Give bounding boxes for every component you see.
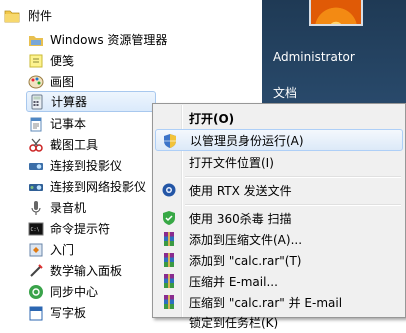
program-item-sound-recorder[interactable]: 录音机 [28,197,86,218]
menu-item-label: 添加到 "calc.rar"(T) [189,253,302,268]
program-item-calculator[interactable]: 计算器 [26,91,156,112]
menu-item-label: 使用 RTX 发送文件 [189,183,292,198]
menu-item-label: 使用 360杀毒 扫描 [189,211,292,226]
getting-started-icon [29,243,43,256]
notepad-icon [30,117,42,131]
network-projector-icon [29,183,43,191]
program-label: 写字板 [50,306,87,320]
menu-item-pin-to-taskbar[interactable]: 锁定到任务栏(K) [155,311,403,333]
projector-icon [29,162,43,170]
menu-item-label: 压缩并 E-mail... [189,274,278,289]
program-label: 连接到投影仪 [50,159,123,173]
winrar-icon [164,274,174,288]
menu-item-label: 添加到压缩文件(A)... [189,232,303,247]
rtx-icon [162,183,176,197]
program-label: 命令提示符 [50,222,111,236]
program-item-snipping-tool[interactable]: 截图工具 [28,134,98,155]
menu-separator [185,176,401,178]
math-input-icon [30,263,43,277]
program-item-wordpad[interactable]: 写字板 [28,302,86,323]
documents-link[interactable]: 文档 [273,84,297,101]
menu-item-label: 锁定到任务栏(K) [189,315,279,330]
program-label: 便笺 [50,54,75,68]
menu-item-label: 压缩到 "calc.rar" 并 E-mail [189,295,343,310]
winrar-icon [164,232,174,246]
program-item-sticky-notes[interactable]: 便笺 [28,50,74,71]
sync-center-icon [29,284,43,299]
program-label: 截图工具 [50,138,99,152]
program-label: 连接到网络投影仪 [50,180,147,194]
program-item-windows-explorer[interactable]: Windows 资源管理器 [28,29,167,50]
sticky-notes-icon [29,54,43,67]
program-label: 录音机 [50,201,87,215]
program-item-math-input-panel[interactable]: 数学输入面板 [28,260,122,281]
program-label: Windows 资源管理器 [50,33,168,47]
menu-item-360-scan[interactable]: 使用 360杀毒 扫描 [155,207,403,229]
paint-icon [28,75,44,88]
menu-item-label: 打开(O) [189,111,235,126]
svg-text:C:\: C:\ [31,227,40,233]
program-label: 入门 [50,243,75,257]
menu-item-add-to-calc-rar[interactable]: 添加到 "calc.rar"(T) [155,249,403,271]
command-prompt-icon: C:\ [28,222,44,235]
sound-recorder-icon [31,200,41,215]
program-item-sync-center[interactable]: 同步中心 [28,281,98,302]
user-avatar[interactable] [309,0,363,26]
winrar-icon [164,295,174,309]
menu-item-open-file-location[interactable]: 打开文件位置(I) [155,151,403,173]
user-name-link[interactable]: Administrator [273,50,355,64]
menu-item-label: 以管理员身份运行(A) [190,133,304,148]
program-label: 计算器 [51,95,88,109]
menu-item-add-to-archive[interactable]: 添加到压缩文件(A)... [155,228,403,250]
context-menu: 打开(O) 以管理员身份运行(A) 打开文件位置(I) 使用 RTX 发送文件 … [152,103,406,330]
snipping-tool-icon [29,138,43,152]
program-item-paint[interactable]: 画图 [28,71,74,92]
calculator-icon [31,94,43,109]
program-label: 记事本 [50,117,87,131]
accessories-folder[interactable]: 附件 [4,5,52,26]
program-label: 同步中心 [50,285,99,299]
menu-separator [185,204,401,206]
menu-item-run-as-admin[interactable]: 以管理员身份运行(A) [155,129,403,151]
winrar-icon [164,253,174,267]
uac-shield-icon [164,134,176,148]
menu-item-compress-email[interactable]: 压缩并 E-mail... [155,270,403,292]
program-item-notepad[interactable]: 记事本 [28,113,86,134]
menu-item-label: 打开文件位置(I) [189,155,274,170]
folder-icon [4,10,20,22]
menu-item-compress-calc-email[interactable]: 压缩到 "calc.rar" 并 E-mail [155,291,403,313]
360-shield-icon [163,211,175,225]
menu-item-rtx-send[interactable]: 使用 RTX 发送文件 [155,179,403,201]
wordpad-icon [29,306,43,320]
folder-explorer-icon [29,35,43,46]
program-item-command-prompt[interactable]: C:\ 命令提示符 [28,218,110,239]
program-label: 画图 [50,75,75,89]
program-item-getting-started[interactable]: 入门 [28,239,74,260]
program-item-connect-projector[interactable]: 连接到投影仪 [28,155,122,176]
accessories-folder-label: 附件 [28,9,53,23]
program-item-connect-network-projector[interactable]: 连接到网络投影仪 [28,176,146,197]
menu-item-open[interactable]: 打开(O) [155,107,403,129]
program-label: 数学输入面板 [50,264,123,278]
